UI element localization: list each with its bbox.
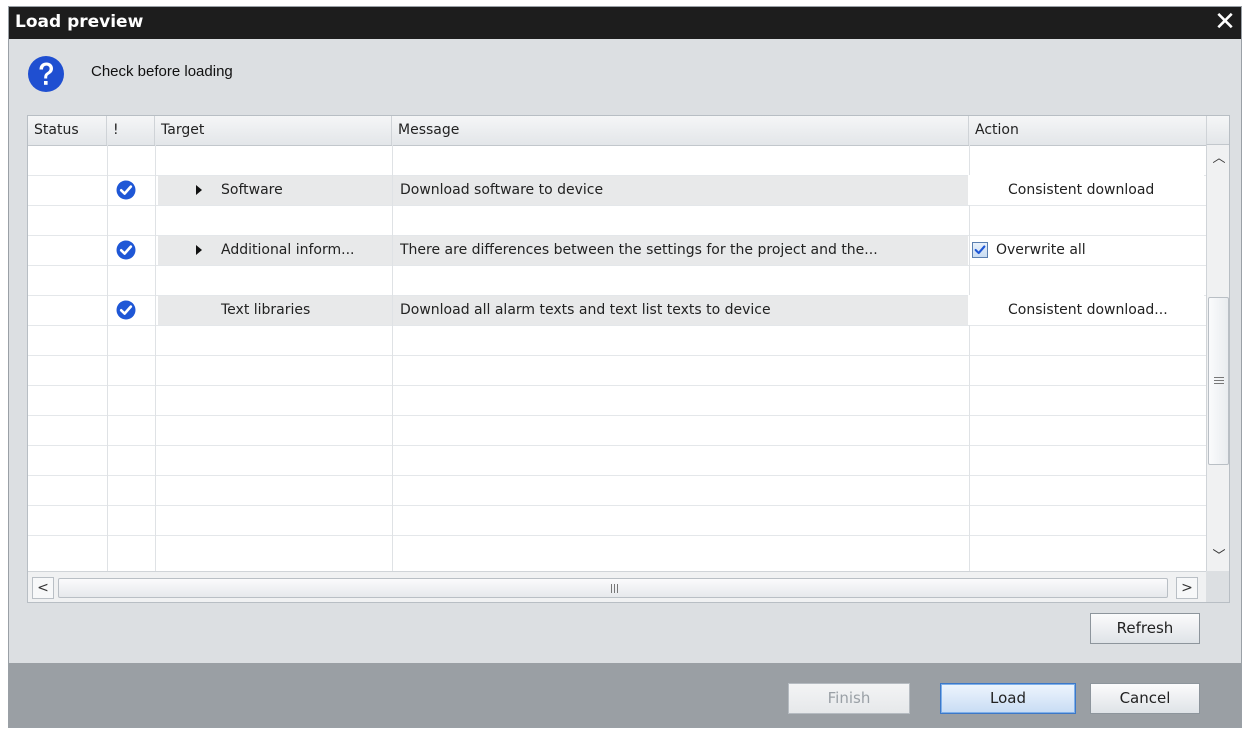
check-icon xyxy=(116,180,136,200)
grid-line xyxy=(28,265,1206,266)
grid-line xyxy=(28,475,1206,476)
column-header-message[interactable]: Message xyxy=(392,116,969,145)
dialog-title: Load preview xyxy=(15,12,144,32)
message-cell: There are differences between the settin… xyxy=(400,242,878,258)
question-icon xyxy=(28,56,64,92)
scroll-down-icon[interactable]: ﹀ xyxy=(1208,547,1229,567)
column-divider xyxy=(155,145,156,571)
finish-button[interactable]: Finish xyxy=(788,683,910,714)
scroll-up-icon[interactable]: ︿ xyxy=(1208,149,1229,169)
grip-line xyxy=(1214,380,1224,381)
column-header-exclamation[interactable]: ! xyxy=(107,116,155,145)
column-header-target[interactable]: Target xyxy=(155,116,392,145)
column-header-status[interactable]: Status xyxy=(28,116,107,145)
grip-line xyxy=(611,584,612,593)
grip-line xyxy=(617,584,618,593)
vertical-scroll-thumb[interactable] xyxy=(1208,297,1229,465)
grip-line xyxy=(614,584,615,593)
grid-line xyxy=(28,385,1206,386)
load-preview-dialog: Load preview ✕ Check before loading Stat… xyxy=(8,6,1242,728)
refresh-button[interactable]: Refresh xyxy=(1090,613,1200,644)
action-value[interactable]: Consistent download xyxy=(1008,180,1154,200)
check-icon xyxy=(116,240,136,260)
overwrite-all-checkbox[interactable] xyxy=(972,242,988,258)
grip-line xyxy=(1214,383,1224,384)
horizontal-scrollbar[interactable]: < > xyxy=(28,571,1206,602)
load-preview-table: Status ! Target Message Action Software … xyxy=(27,115,1230,603)
dialog-subtitle: Check before loading xyxy=(91,63,233,80)
grid-line xyxy=(28,205,1206,206)
target-cell: Additional inform... xyxy=(221,242,355,258)
message-cell: Download software to device xyxy=(400,182,604,198)
column-divider xyxy=(392,145,393,571)
horizontal-scroll-thumb[interactable] xyxy=(58,578,1168,598)
grid-line xyxy=(28,445,1206,446)
column-header-action[interactable]: Action xyxy=(969,116,1206,145)
column-divider xyxy=(969,145,970,571)
load-button[interactable]: Load xyxy=(940,683,1076,714)
cancel-button[interactable]: Cancel xyxy=(1090,683,1200,714)
expand-arrow-icon[interactable] xyxy=(196,245,202,255)
close-icon[interactable]: ✕ xyxy=(1212,9,1238,35)
vertical-scrollbar[interactable]: ︿ ﹀ xyxy=(1206,145,1229,571)
scroll-left-icon[interactable]: < xyxy=(32,577,54,599)
check-icon xyxy=(116,300,136,320)
grid-line xyxy=(28,235,1206,236)
grid-line xyxy=(28,325,1206,326)
action-value[interactable]: Overwrite all xyxy=(996,240,1086,260)
table-body: Software Download software to device Con… xyxy=(28,145,1206,571)
message-cell: Download all alarm texts and text list t… xyxy=(400,302,771,318)
table-header: Status ! Target Message Action xyxy=(28,116,1206,146)
grid-line xyxy=(28,415,1206,416)
grid-line xyxy=(28,535,1206,536)
target-cell: Text libraries xyxy=(221,302,311,318)
title-bar[interactable]: Load preview ✕ xyxy=(9,7,1241,39)
grid-line xyxy=(28,505,1206,506)
target-cell: Software xyxy=(221,182,283,198)
column-divider xyxy=(107,145,108,571)
header-corner xyxy=(1206,116,1229,145)
grip-line xyxy=(1214,377,1224,378)
grid-line xyxy=(28,355,1206,356)
action-value[interactable]: Consistent download... xyxy=(1008,300,1168,320)
expand-arrow-icon[interactable] xyxy=(196,185,202,195)
scrollbar-corner xyxy=(1206,571,1229,602)
scroll-right-icon[interactable]: > xyxy=(1176,577,1198,599)
